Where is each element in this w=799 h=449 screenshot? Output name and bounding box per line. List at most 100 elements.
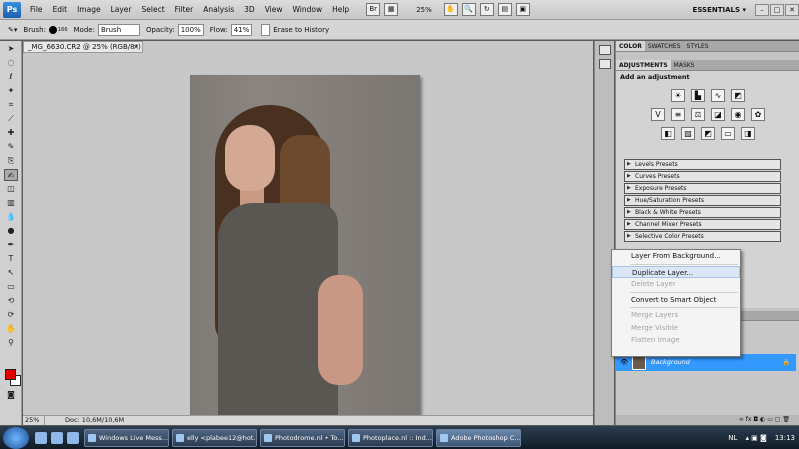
quick-select-tool-icon[interactable]: ✦ <box>4 85 18 97</box>
new-group-icon[interactable]: ▭ <box>767 416 773 423</box>
tab-masks[interactable]: MASKS <box>671 60 698 70</box>
exposure-icon[interactable]: ◩ <box>731 89 745 102</box>
erase-history-checkbox[interactable] <box>261 23 271 36</box>
history-brush-tool-icon[interactable]: ✎▾ <box>8 26 17 34</box>
zoom-level[interactable]: 25% <box>416 6 432 14</box>
menu-filter[interactable]: Filter <box>170 0 199 20</box>
clock[interactable]: 13:13 <box>775 434 795 442</box>
browser-icon[interactable] <box>51 431 63 444</box>
brush-preview-icon[interactable] <box>48 25 57 34</box>
curves-icon[interactable]: ∿ <box>711 89 725 102</box>
pen-tool-icon[interactable]: ✒ <box>4 239 18 251</box>
3d-camera-tool-icon[interactable]: ⟳ <box>4 309 18 321</box>
clone-tool-icon[interactable]: ⎘ <box>4 155 18 167</box>
path-select-tool-icon[interactable]: ↖ <box>4 267 18 279</box>
menu-image[interactable]: Image <box>72 0 106 20</box>
arrange-documents-icon[interactable]: ▤ <box>497 3 512 16</box>
mode-select[interactable]: Brush <box>97 23 140 36</box>
flow-input[interactable]: 41% <box>230 23 253 36</box>
tray-icons[interactable]: ▴ ▣ ◙ <box>745 434 766 442</box>
history-brush-tool-icon[interactable]: ✍ <box>4 169 18 181</box>
delete-layer-icon[interactable]: 🗑 <box>782 416 790 423</box>
zoom-tool-icon[interactable]: ⚲ <box>4 337 18 349</box>
preset-channel-mixer[interactable]: Channel Mixer Presets <box>624 219 781 230</box>
opacity-input[interactable]: 100% <box>177 23 204 36</box>
task-email[interactable]: elly <plabee12@hot... <box>172 428 257 447</box>
new-layer-icon[interactable]: ▢ <box>775 416 781 423</box>
launch-bridge-icon[interactable]: Br <box>366 3 381 16</box>
hue-saturation-icon[interactable]: ≡ <box>671 108 685 121</box>
vibrance-icon[interactable]: V <box>651 108 665 121</box>
tab-color[interactable]: COLOR <box>616 41 645 51</box>
type-tool-icon[interactable]: T <box>4 253 18 265</box>
brush-tool-icon[interactable]: ✎ <box>4 141 18 153</box>
document-tab[interactable]: _MG_6630.CR2 @ 25% (RGB/8*) × <box>23 41 143 53</box>
move-tool-icon[interactable]: ➤ <box>4 43 18 55</box>
crop-tool-icon[interactable]: ⌗ <box>4 99 18 111</box>
black-white-icon[interactable]: ◪ <box>711 108 725 121</box>
preset-selective-color[interactable]: Selective Color Presets <box>624 231 781 242</box>
zoom-tool-icon[interactable]: 🔍 <box>461 3 476 16</box>
task-photoplace[interactable]: Photoplace.nl :: Ind... <box>348 428 433 447</box>
selective-color-icon[interactable]: ◨ <box>741 127 755 140</box>
mini-bridge-icon[interactable]: ▦ <box>384 3 399 16</box>
menu-view[interactable]: View <box>260 0 288 20</box>
channel-mixer-icon[interactable]: ✿ <box>751 108 765 121</box>
preset-curves[interactable]: Curves Presets <box>624 171 781 182</box>
hand-tool-icon[interactable]: ✋ <box>443 3 458 16</box>
new-adjustment-icon[interactable]: ◐ <box>760 416 765 423</box>
menu-file[interactable]: File <box>25 0 48 20</box>
menu-duplicate-layer[interactable]: Duplicate Layer... <box>612 265 740 278</box>
lasso-tool-icon[interactable]: ℓ <box>4 71 18 83</box>
photo-canvas[interactable] <box>190 75 420 420</box>
task-photoshop[interactable]: Adobe Photoshop C... <box>436 428 521 447</box>
switch-windows-icon[interactable] <box>67 431 79 444</box>
blur-tool-icon[interactable]: 💧 <box>4 211 18 223</box>
menu-layer-from-background[interactable]: Layer From Background... <box>612 250 740 263</box>
preset-exposure[interactable]: Exposure Presets <box>624 183 781 194</box>
3d-rotate-tool-icon[interactable]: ⟲ <box>4 295 18 307</box>
add-mask-icon[interactable]: ◘ <box>753 416 758 423</box>
menu-analysis[interactable]: Analysis <box>198 0 239 20</box>
preset-hue-saturation[interactable]: Hue/Saturation Presets <box>624 195 781 206</box>
tab-adjustments[interactable]: ADJUSTMENTS <box>616 60 671 70</box>
language-indicator[interactable]: NL <box>728 434 737 442</box>
menu-help[interactable]: Help <box>327 0 354 20</box>
threshold-icon[interactable]: ◩ <box>701 127 715 140</box>
screen-mode-icon[interactable]: ▣ <box>515 3 530 16</box>
preset-black-white[interactable]: Black & White Presets <box>624 207 781 218</box>
minimize-button[interactable]: – <box>755 3 769 16</box>
eraser-tool-icon[interactable]: ◫ <box>4 183 18 195</box>
brightness-contrast-icon[interactable]: ☀ <box>671 89 685 102</box>
foreground-color-swatch[interactable] <box>5 369 16 380</box>
menu-select[interactable]: Select <box>137 0 170 20</box>
photo-filter-icon[interactable]: ◉ <box>731 108 745 121</box>
history-panel-icon[interactable] <box>599 45 611 55</box>
preset-levels[interactable]: Levels Presets <box>624 159 781 170</box>
posterize-icon[interactable]: ▨ <box>681 127 695 140</box>
color-balance-icon[interactable]: ⚖ <box>691 108 705 121</box>
shape-tool-icon[interactable]: ▭ <box>4 281 18 293</box>
rotate-view-icon[interactable]: ↻ <box>479 3 494 16</box>
dodge-tool-icon[interactable]: ● <box>4 225 18 237</box>
start-button[interactable] <box>3 426 29 449</box>
levels-icon[interactable]: ▙ <box>691 89 705 102</box>
show-desktop-icon[interactable] <box>35 431 47 444</box>
menu-layer[interactable]: Layer <box>106 0 137 20</box>
task-windows-live-messenger[interactable]: Windows Live Mess... <box>84 428 169 447</box>
tab-styles[interactable]: STYLES <box>684 41 712 51</box>
workspace-switcher[interactable]: ESSENTIALS ▾ <box>693 6 746 14</box>
gradient-tool-icon[interactable]: ▥ <box>4 197 18 209</box>
tab-swatches[interactable]: SWATCHES <box>645 41 684 51</box>
healing-tool-icon[interactable]: ✚ <box>4 127 18 139</box>
status-zoom[interactable]: 25% <box>23 416 45 425</box>
fx-icon[interactable]: fx <box>746 416 752 423</box>
marquee-tool-icon[interactable]: ◌ <box>4 57 18 69</box>
close-button[interactable]: ✕ <box>785 3 799 16</box>
task-photodrome[interactable]: Photodrome.nl • To... <box>260 428 345 447</box>
hand-tool-icon[interactable]: ✋ <box>4 323 18 335</box>
actions-panel-icon[interactable] <box>599 59 611 69</box>
menu-window[interactable]: Window <box>288 0 328 20</box>
maximize-button[interactable]: □ <box>770 3 784 16</box>
link-layers-icon[interactable]: ∞ <box>739 416 744 423</box>
